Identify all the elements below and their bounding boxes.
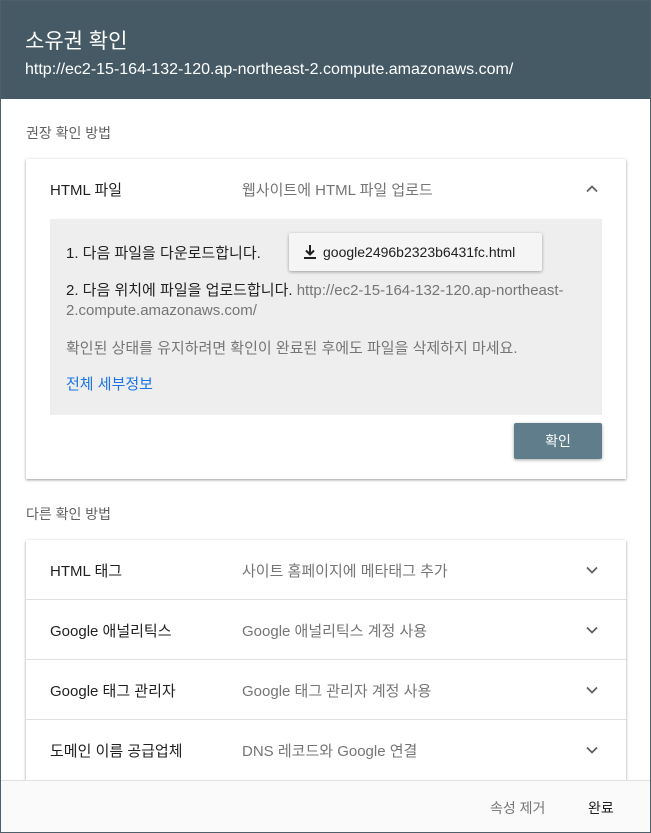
- method-description: DNS 레코드와 Google 연결: [242, 743, 418, 760]
- download-file-button[interactable]: google2496b2323b6431fc.html: [289, 233, 542, 271]
- method-description: 웹사이트에 HTML 파일 업로드: [242, 182, 433, 199]
- verify-button[interactable]: 확인: [514, 423, 602, 459]
- html-file-instructions: 1. 다음 파일을 다운로드합니다. google2496b2323b6431f…: [50, 219, 602, 415]
- method-name: HTML 파일: [50, 182, 123, 199]
- chevron-down-icon[interactable]: [584, 562, 600, 578]
- dialog-title: 소유권 확인: [25, 30, 128, 53]
- method-description: Google 태그 관리자 계정 사용: [242, 683, 432, 700]
- other-methods-card: HTML 태그 사이트 홈페이지에 메타태그 추가 Google 애널리틱스 G…: [26, 540, 626, 780]
- step-1-text: 1. 다음 파일을 다운로드합니다.: [66, 245, 261, 262]
- method-row-html-tag[interactable]: HTML 태그 사이트 홈페이지에 메타태그 추가: [26, 540, 626, 600]
- download-icon: [304, 245, 316, 259]
- method-description: 사이트 홈페이지에 메타태그 추가: [242, 563, 448, 580]
- keep-file-note: 확인된 상태를 유지하려면 확인이 완료된 후에도 파일을 삭제하지 마세요.: [66, 340, 518, 357]
- dialog-content[interactable]: 권장 확인 방법 HTML 파일 웹사이트에 HTML 파일 업로드 1. 다음…: [1, 99, 650, 780]
- download-file-name: google2496b2323b6431fc.html: [323, 244, 516, 260]
- method-row-html-file[interactable]: HTML 파일 웹사이트에 HTML 파일 업로드: [26, 159, 626, 219]
- method-row-google-analytics[interactable]: Google 애널리틱스 Google 애널리틱스 계정 사용: [26, 600, 626, 660]
- method-row-google-tag-manager[interactable]: Google 태그 관리자 Google 태그 관리자 계정 사용: [26, 660, 626, 720]
- step-2-label: 2. 다음 위치에 파일을 업로드합니다.: [66, 282, 297, 299]
- done-button[interactable]: 완료: [588, 798, 614, 818]
- remove-property-button[interactable]: 속성 제거: [490, 798, 545, 818]
- method-description: Google 애널리틱스 계정 사용: [242, 623, 428, 640]
- full-details-link[interactable]: 전체 세부정보: [66, 373, 153, 394]
- chevron-up-icon[interactable]: [584, 181, 600, 197]
- chevron-down-icon[interactable]: [584, 742, 600, 758]
- property-url: http://ec2-15-164-132-120.ap-northeast-2…: [25, 61, 514, 78]
- recommended-method-card: HTML 파일 웹사이트에 HTML 파일 업로드 1. 다음 파일을 다운로드…: [26, 159, 626, 479]
- chevron-down-icon[interactable]: [584, 682, 600, 698]
- ownership-verification-dialog: 소유권 확인 http://ec2-15-164-132-120.ap-nort…: [0, 0, 651, 833]
- method-name: Google 애널리틱스: [50, 623, 172, 640]
- other-methods-section-label: 다른 확인 방법: [26, 506, 112, 522]
- method-row-domain-provider[interactable]: 도메인 이름 공급업체 DNS 레코드와 Google 연결: [26, 720, 626, 780]
- chevron-down-icon[interactable]: [584, 622, 600, 638]
- step-2-text: 2. 다음 위치에 파일을 업로드합니다. http://ec2-15-164-…: [66, 281, 586, 321]
- method-name: HTML 태그: [50, 563, 123, 580]
- recommended-section-label: 권장 확인 방법: [26, 125, 112, 141]
- method-name: Google 태그 관리자: [50, 683, 176, 700]
- method-name: 도메인 이름 공급업체: [50, 743, 183, 760]
- dialog-header: 소유권 확인 http://ec2-15-164-132-120.ap-nort…: [1, 1, 650, 99]
- dialog-footer: 속성 제거 완료: [1, 780, 650, 832]
